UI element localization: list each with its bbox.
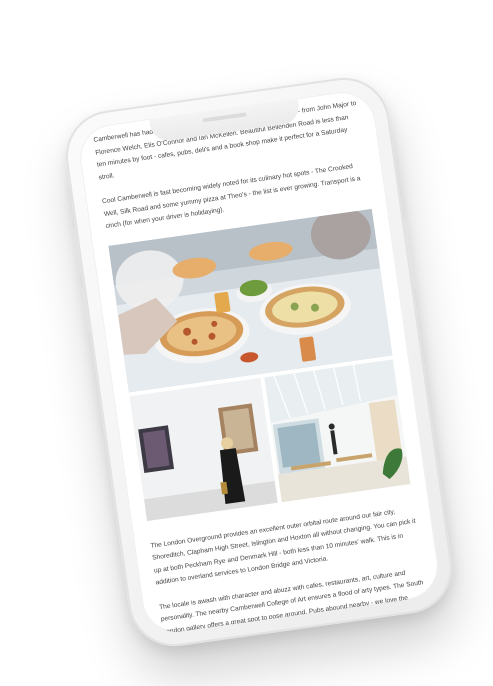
- photo-collage: [108, 208, 411, 530]
- marketing-mockup: Camberwell has had more than its fair sh…: [0, 0, 493, 686]
- power-button: [402, 219, 418, 290]
- speaker-grille: [202, 112, 247, 123]
- phone-mockup: Camberwell has had more than its fair sh…: [60, 71, 458, 653]
- gallery-cafe-photo: [264, 358, 411, 502]
- article-content: Camberwell has had more than its fair sh…: [93, 98, 431, 636]
- art-gallery-photo: [129, 377, 278, 521]
- volume-down-button: [79, 287, 92, 334]
- volume-up-button: [71, 228, 83, 275]
- phone-screen[interactable]: Camberwell has had more than its fair sh…: [75, 87, 443, 637]
